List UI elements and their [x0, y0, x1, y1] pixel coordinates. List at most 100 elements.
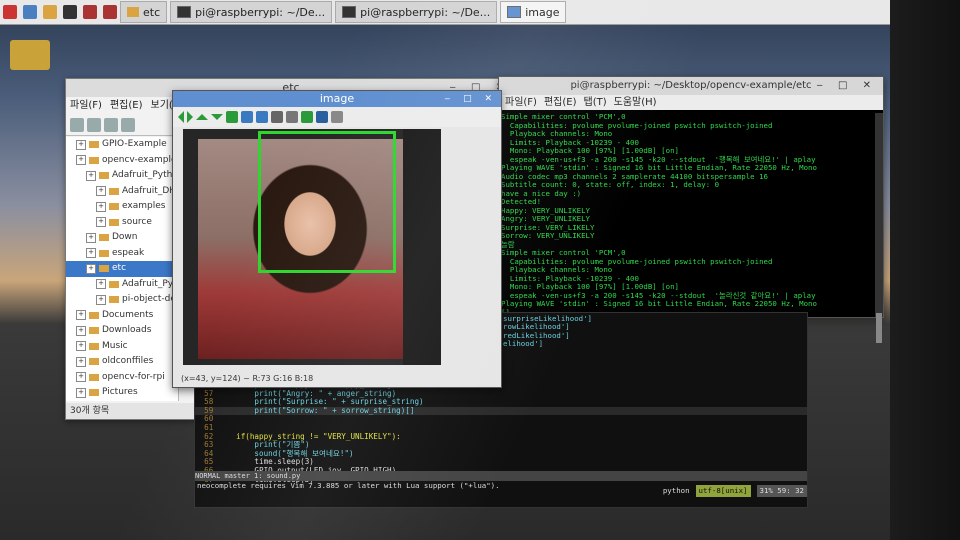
search-icon[interactable] — [271, 111, 283, 123]
terminal-titlebar[interactable]: pi@raspberrypi: ~/Desktop/opencv-example… — [499, 77, 883, 95]
folder-icon — [99, 265, 109, 273]
tree-item[interactable]: + Down — [66, 230, 178, 246]
pan-right-icon[interactable] — [187, 111, 193, 123]
taskbar-task-terminal-2[interactable]: pi@raspberrypi: ~/De... — [335, 1, 498, 23]
tree-item[interactable]: + Pictures — [66, 385, 178, 401]
expander-icon[interactable]: + — [86, 232, 96, 243]
menu-help[interactable]: 도움말(H) — [614, 95, 657, 110]
window-controls[interactable]: ‒ □ ✕ — [445, 91, 498, 107]
terminal-output[interactable]: Simple mixer control 'PCM',0 Capabilitie… — [501, 113, 873, 313]
expander-icon[interactable]: + — [76, 155, 86, 166]
tree-item[interactable]: + Adafruit_Pyth — [66, 277, 178, 293]
directory-tree: + GPIO-Example + opencv-example + Adafruit_Py… — [66, 137, 179, 401]
expander-icon[interactable]: + — [86, 170, 96, 181]
expander-icon[interactable]: + — [76, 356, 86, 367]
terminal-menubar: 파일(F) 편집(E) 탭(T) 도움말(H) — [499, 95, 883, 110]
vim-fragment-line: elihood'] — [503, 339, 544, 349]
zoom-fit-icon[interactable] — [226, 111, 238, 123]
menu-file[interactable]: 파일(F) — [505, 95, 537, 110]
menu-tabs[interactable]: 탭(T) — [584, 95, 607, 110]
tree-item[interactable]: + oldconffiles — [66, 354, 178, 370]
expander-icon[interactable]: + — [76, 387, 86, 398]
pan-left-icon[interactable] — [178, 111, 184, 123]
pan-up-icon[interactable] — [196, 114, 208, 120]
vim-partial-lines: surpriseLikelihood'] rowLikelihood'] redLi… — [503, 314, 592, 349]
expander-icon[interactable]: + — [76, 372, 86, 383]
expander-icon[interactable]: + — [86, 248, 96, 259]
folder-icon — [109, 203, 119, 211]
tree-item-label: Adafruit_Pyth — [122, 278, 179, 289]
taskbar-task-etc[interactable]: etc — [120, 1, 168, 23]
task-label: pi@raspberrypi: ~/De... — [195, 5, 326, 19]
vim-message: neocomplete requires Vim 7.3.885 or late… — [197, 481, 500, 490]
expander-icon[interactable]: + — [96, 279, 106, 290]
tree-item[interactable]: + pi-object-detect — [66, 292, 178, 308]
menu-edit[interactable]: 편집(E) — [544, 95, 577, 110]
desktop-folder-icon[interactable] — [10, 40, 50, 70]
save-icon[interactable] — [316, 111, 328, 123]
tree-item-label: Adafruit_Python — [112, 170, 179, 180]
forward-icon[interactable] — [87, 118, 101, 132]
folder-icon — [89, 327, 99, 335]
terminal-icon[interactable] — [63, 5, 77, 19]
terminal-scrollbar[interactable] — [875, 113, 883, 343]
expander-icon[interactable]: + — [96, 217, 106, 228]
tree-item[interactable]: + Adafruit_DHT — [66, 184, 178, 200]
tree-item[interactable]: + opencv-example — [66, 153, 178, 169]
vim-statusline: python utf-8[unix] 31% 59: 32 — [495, 485, 807, 497]
tree-item[interactable]: + Downloads — [66, 323, 178, 339]
expander-icon[interactable]: + — [76, 325, 86, 336]
tree-item[interactable]: + GPIO-Example — [66, 137, 178, 153]
grid-view-icon[interactable] — [104, 118, 118, 132]
app-icon[interactable] — [83, 5, 97, 19]
menu-file[interactable]: 파일(F) — [70, 97, 102, 115]
window-controls[interactable]: ‒ □ ✕ — [816, 77, 877, 95]
terminal-window: pi@raspberrypi: ~/Desktop/opencv-example… — [498, 76, 884, 343]
task-label: image — [525, 5, 560, 19]
expander-icon[interactable]: + — [76, 341, 86, 352]
taskbar-task-terminal-1[interactable]: pi@raspberrypi: ~/De... — [170, 1, 333, 23]
scroll-thumb[interactable] — [876, 313, 882, 343]
app-icon-2[interactable] — [103, 5, 117, 19]
expander-icon[interactable]: + — [86, 263, 96, 274]
tree-item[interactable]: + Adafruit_Python — [66, 168, 178, 184]
properties-icon[interactable] — [301, 111, 313, 123]
code-text: print("Sorrow: " + sorrow_string)[] — [217, 405, 415, 415]
terminal-icon — [177, 6, 192, 18]
window-title: image — [319, 92, 355, 105]
expander-icon[interactable]: + — [96, 294, 106, 305]
tree-item[interactable]: + source — [66, 215, 178, 231]
tree-item[interactable]: + Music — [66, 339, 178, 355]
vim-code[interactable]: 56 print("Happy: " + happy_string) 57 pr… — [195, 380, 807, 484]
tree-item[interactable]: + Documents — [66, 308, 178, 324]
image-canvas[interactable] — [183, 129, 441, 365]
folder-icon — [109, 280, 119, 288]
vim-encoding: utf-8[unix] — [695, 485, 751, 497]
expander-icon[interactable]: + — [76, 139, 86, 150]
zoom-in-icon[interactable] — [241, 111, 253, 123]
tree-item[interactable]: + opencv-for-rpi — [66, 370, 178, 386]
monitor-bezel — [890, 0, 960, 540]
browser-icon[interactable] — [23, 5, 37, 19]
pan-down-icon[interactable] — [211, 114, 223, 120]
expander-icon[interactable]: + — [76, 310, 86, 321]
vim-code-line: 60 — [195, 415, 807, 424]
tree-item[interactable]: + espeak — [66, 246, 178, 262]
zoom-out-icon[interactable] — [256, 111, 268, 123]
back-icon[interactable] — [70, 118, 84, 132]
image-titlebar[interactable]: image ‒ □ ✕ — [173, 91, 501, 107]
expander-icon[interactable]: + — [96, 201, 106, 212]
taskbar-task-image[interactable]: image — [500, 1, 567, 23]
file-manager-icon[interactable] — [43, 5, 57, 19]
menu-edit[interactable]: 편집(E) — [110, 97, 143, 115]
terminal-line: Playing WAVE 'stdin' : Signed 16 bit Lit… — [501, 299, 817, 308]
zoom-reset-icon[interactable] — [286, 111, 298, 123]
expander-icon[interactable]: + — [96, 186, 106, 197]
raspberry-menu-icon[interactable] — [3, 5, 17, 19]
folder-icon — [89, 311, 99, 319]
list-view-icon[interactable] — [121, 118, 135, 132]
tree-item[interactable]: + etc — [66, 261, 178, 277]
tree-item[interactable]: + examples — [66, 199, 178, 215]
folder-icon — [89, 141, 99, 149]
settings-icon[interactable] — [331, 111, 343, 123]
